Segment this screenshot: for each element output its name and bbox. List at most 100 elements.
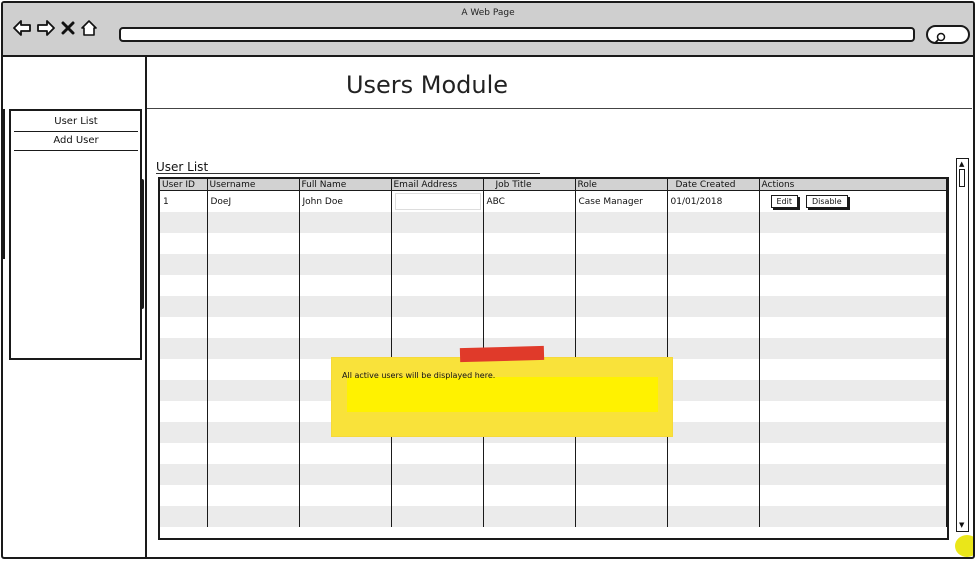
table-cell <box>759 422 947 443</box>
table-cell <box>575 275 668 296</box>
table-row[interactable] <box>160 506 947 527</box>
table-row[interactable] <box>160 443 947 464</box>
close-icon[interactable] <box>61 21 75 35</box>
table-row[interactable] <box>160 317 947 338</box>
table-cell <box>575 338 668 359</box>
column-header[interactable]: User ID <box>160 179 208 191</box>
table-cell <box>483 317 576 338</box>
table-row[interactable] <box>160 212 947 233</box>
disable-button[interactable]: Disable <box>806 195 848 208</box>
table-cell <box>299 275 392 296</box>
table-cell <box>667 422 760 443</box>
table-cell <box>575 317 668 338</box>
column-header[interactable]: Actions <box>759 179 947 191</box>
table-cell <box>483 233 576 254</box>
cell-username: DoeJ <box>207 190 300 212</box>
table-cell <box>160 443 208 464</box>
sidebar-scrollbar[interactable] <box>140 179 144 309</box>
table-cell <box>667 233 760 254</box>
sidebar-item-user-list[interactable]: User List <box>14 113 138 132</box>
column-header[interactable]: Role <box>575 179 668 191</box>
table-cell <box>667 212 760 233</box>
cell-email <box>391 190 484 212</box>
table-cell <box>575 254 668 275</box>
cell-date-created: 01/01/2018 <box>667 190 760 212</box>
table-header-row: User ID Username Full Name Email Address… <box>160 179 947 191</box>
table-row[interactable] <box>160 338 947 359</box>
table-cell <box>667 464 760 485</box>
table-cell <box>759 359 947 380</box>
column-header[interactable]: Email Address <box>391 179 484 191</box>
table-cell <box>759 464 947 485</box>
scroll-down-icon[interactable]: ▼ <box>959 522 964 529</box>
table-cell <box>483 275 576 296</box>
cell-full-name: John Doe <box>299 190 392 212</box>
table-cell <box>299 254 392 275</box>
table-cell <box>483 443 576 464</box>
table-cell <box>575 296 668 317</box>
edit-button[interactable]: Edit <box>770 195 798 208</box>
table-cell <box>160 212 208 233</box>
table-cell <box>575 443 668 464</box>
address-bar[interactable] <box>119 27 915 42</box>
table-cell <box>299 212 392 233</box>
window-title: A Web Page <box>461 8 515 18</box>
sidebar-edge <box>3 109 5 259</box>
table-row[interactable] <box>160 254 947 275</box>
table-cell <box>667 317 760 338</box>
search-button[interactable] <box>926 25 970 44</box>
table-cell <box>391 506 484 527</box>
scrollbar-thumb[interactable] <box>959 169 965 187</box>
table-row[interactable] <box>160 464 947 485</box>
table-row[interactable] <box>160 485 947 506</box>
table-cell <box>207 485 300 506</box>
sidebar-item-add-user[interactable]: Add User <box>14 132 138 151</box>
table-cell <box>759 401 947 422</box>
column-header[interactable]: Username <box>207 179 300 191</box>
table-row[interactable] <box>160 233 947 254</box>
column-header[interactable]: Job Title <box>483 179 576 191</box>
table-cell <box>391 317 484 338</box>
column-header[interactable]: Full Name <box>299 179 392 191</box>
table-scrollbar[interactable]: ▲ ▼ <box>956 158 969 532</box>
nav-buttons <box>13 20 97 36</box>
search-icon <box>934 29 946 48</box>
table-cell <box>207 506 300 527</box>
cell-actions: Edit Disable <box>759 190 947 212</box>
table-cell <box>667 296 760 317</box>
table-cell <box>759 443 947 464</box>
forward-arrow-icon[interactable] <box>37 20 55 36</box>
table-cell <box>207 443 300 464</box>
column-header[interactable]: Date Created <box>667 179 760 191</box>
table-cell <box>575 506 668 527</box>
table-cell <box>391 233 484 254</box>
table-cell <box>759 254 947 275</box>
table-cell <box>759 338 947 359</box>
table-cell <box>391 275 484 296</box>
table-cell <box>667 338 760 359</box>
table-row[interactable] <box>160 275 947 296</box>
table-row[interactable]: 1 DoeJ John Doe ABC Case Manager 01/01/2… <box>160 190 947 212</box>
table-cell <box>207 464 300 485</box>
table-cell <box>160 275 208 296</box>
table-cell <box>207 212 300 233</box>
table-row[interactable] <box>160 296 947 317</box>
cell-user-id: 1 <box>160 190 208 212</box>
table-cell <box>667 485 760 506</box>
sticky-tape <box>459 345 545 363</box>
sidebar: User List Add User <box>9 109 144 360</box>
table-cell <box>759 506 947 527</box>
scroll-up-icon[interactable]: ▲ <box>959 161 964 168</box>
table-cell <box>160 464 208 485</box>
back-arrow-icon[interactable] <box>13 20 31 36</box>
resize-handle[interactable] <box>955 535 973 557</box>
email-field[interactable] <box>394 193 481 210</box>
table-cell <box>160 422 208 443</box>
table-cell <box>207 275 300 296</box>
table-cell <box>667 275 760 296</box>
table-cell <box>759 317 947 338</box>
home-icon[interactable] <box>81 20 97 36</box>
table-cell <box>299 443 392 464</box>
section-underline <box>156 173 540 174</box>
table-cell <box>483 212 576 233</box>
